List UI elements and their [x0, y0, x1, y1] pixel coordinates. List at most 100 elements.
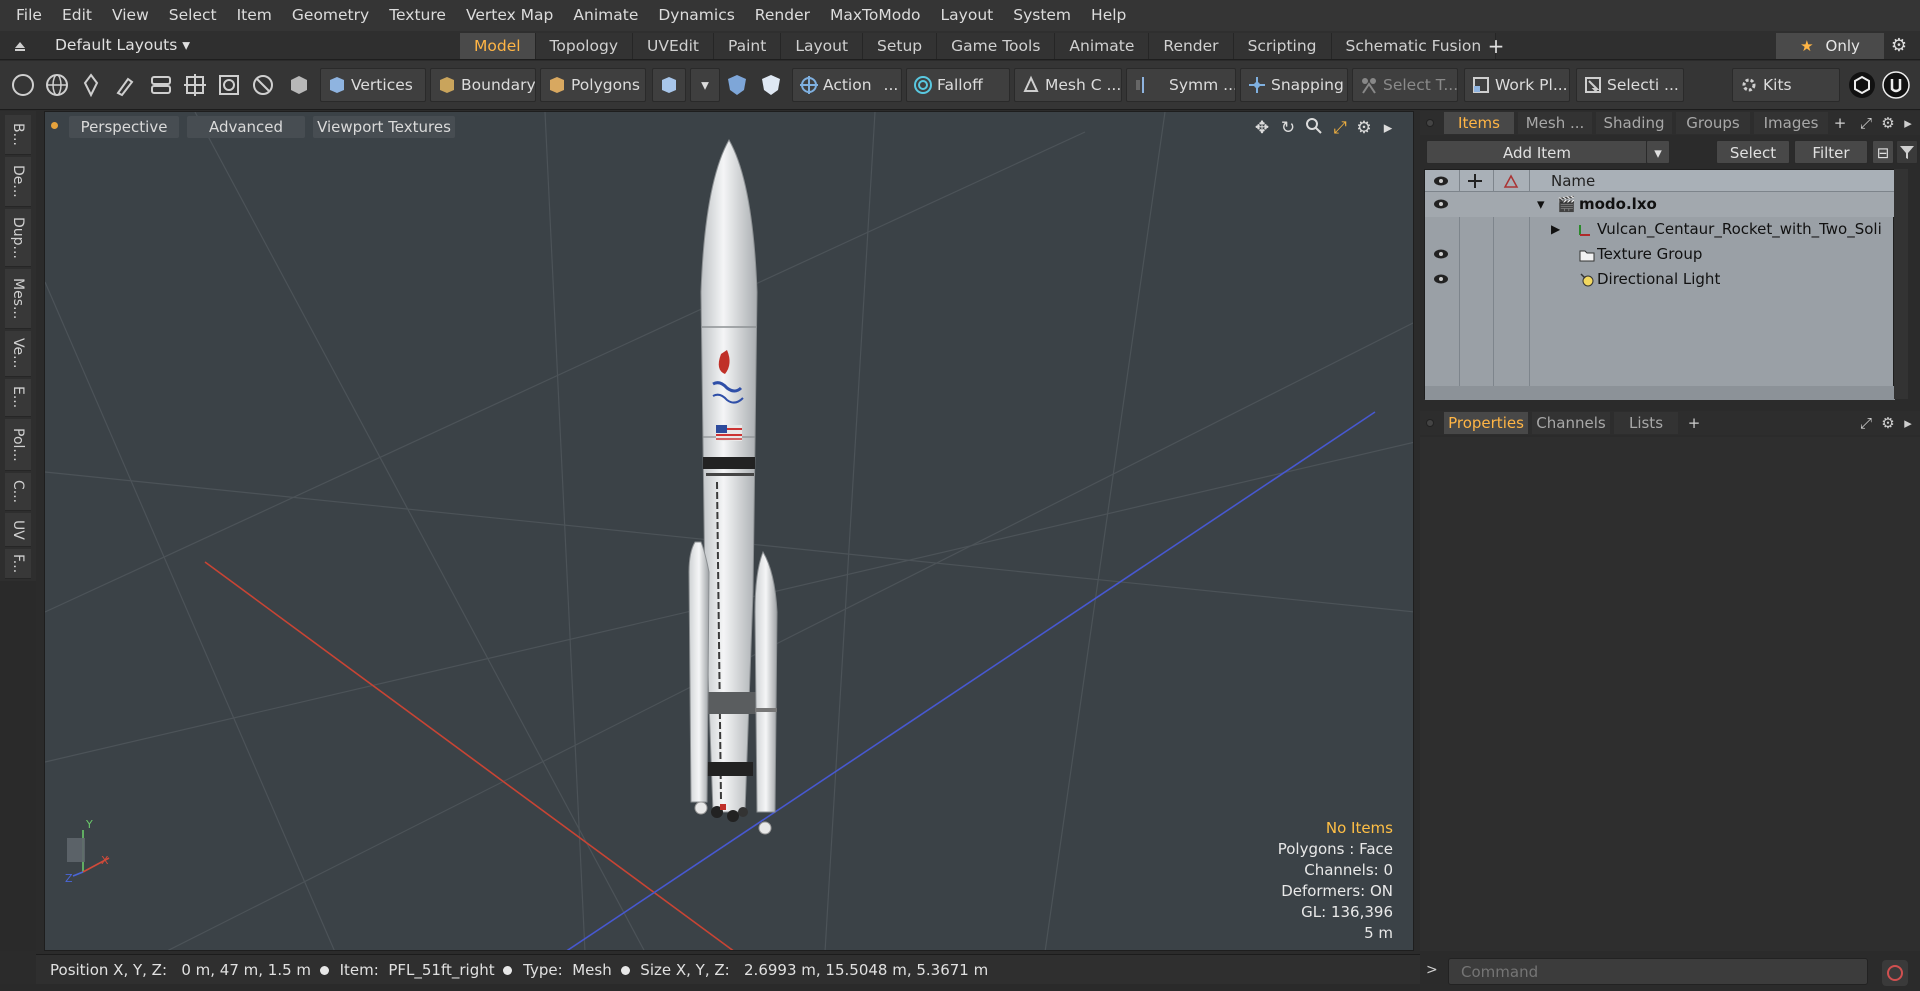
name-column-header[interactable]: Name: [1551, 172, 1595, 190]
zoom-view-icon[interactable]: [1303, 117, 1325, 139]
boundary-button[interactable]: Boundary: [430, 68, 536, 102]
menu-help[interactable]: Help: [1081, 0, 1136, 31]
tab-render[interactable]: Render: [1149, 33, 1234, 59]
select-button[interactable]: Select: [1716, 140, 1790, 164]
list-item[interactable]: Directional Light: [1425, 267, 1895, 292]
tab-groups[interactable]: Groups: [1676, 112, 1750, 134]
list-item[interactable]: Texture Group: [1425, 242, 1895, 267]
viewport-textures-button[interactable]: Viewport Textures: [313, 116, 455, 138]
tab-scripting[interactable]: Scripting: [1233, 33, 1332, 59]
menu-render[interactable]: Render: [745, 0, 820, 31]
expand-arrow-icon[interactable]: ▾: [1537, 192, 1545, 217]
symmetry-button[interactable]: Symm ...: [1126, 68, 1236, 102]
left-tab-curve[interactable]: C...: [5, 473, 31, 511]
work-plane-button[interactable]: Work Pl...: [1464, 68, 1570, 102]
left-tab-edge[interactable]: E...: [5, 379, 31, 417]
snapping-button[interactable]: Snapping: [1240, 68, 1348, 102]
shield-alt-icon[interactable]: [756, 68, 786, 102]
panel-gear-icon[interactable]: ⚙: [1878, 112, 1898, 134]
viewport-more-icon[interactable]: ▸: [1377, 117, 1399, 139]
viewport-menu-dot[interactable]: [51, 122, 58, 129]
tab-model[interactable]: Model: [460, 33, 536, 59]
menu-select[interactable]: Select: [159, 0, 227, 31]
box-select-icon[interactable]: [214, 68, 244, 102]
tab-setup[interactable]: Setup: [863, 33, 938, 59]
menu-file[interactable]: File: [6, 0, 52, 31]
eye-icon[interactable]: [1433, 273, 1449, 285]
list-item[interactable]: ▾ 🎬 modo.lxo: [1425, 192, 1895, 217]
menu-view[interactable]: View: [102, 0, 159, 31]
globe-icon[interactable]: [42, 68, 72, 102]
visibility-column-icon[interactable]: [1433, 175, 1449, 187]
perspective-button[interactable]: Perspective: [69, 116, 179, 138]
action-center-button[interactable]: Action...: [792, 68, 902, 102]
left-tab-vertex[interactable]: Ve...: [5, 331, 31, 377]
move-view-icon[interactable]: ✥: [1251, 117, 1273, 139]
menu-layout[interactable]: Layout: [931, 0, 1004, 31]
menu-system[interactable]: System: [1003, 0, 1081, 31]
menu-texture[interactable]: Texture: [379, 0, 456, 31]
panel-menu-dot[interactable]: [1426, 119, 1434, 127]
tab-uvedit[interactable]: UVEdit: [633, 33, 714, 59]
tab-layout[interactable]: Layout: [781, 33, 864, 59]
menu-item[interactable]: Item: [227, 0, 282, 31]
menu-dynamics[interactable]: Dynamics: [648, 0, 744, 31]
tab-schematic-fusion[interactable]: Schematic Fusion: [1331, 33, 1497, 59]
unreal-icon[interactable]: [1880, 68, 1912, 102]
expand-arrow-icon[interactable]: ▶: [1551, 217, 1560, 242]
filter-button[interactable]: Filter: [1794, 140, 1868, 164]
add-panel-tab-button[interactable]: +: [1684, 412, 1704, 434]
tab-properties[interactable]: Properties: [1444, 412, 1528, 434]
3d-viewport[interactable]: Y X Z Perspective Advanced Viewport Text…: [44, 111, 1414, 951]
menu-maxtomodo[interactable]: MaxToModo: [820, 0, 931, 31]
panel-gear-icon[interactable]: ⚙: [1878, 412, 1898, 434]
advanced-button[interactable]: Advanced: [187, 116, 305, 138]
horizontal-scrollbar[interactable]: [1425, 386, 1895, 400]
tab-paint[interactable]: Paint: [713, 33, 782, 59]
maximize-view-icon[interactable]: ⤢: [1329, 117, 1351, 139]
collapse-icon[interactable]: ⊟: [1872, 140, 1894, 164]
kits-button[interactable]: Kits: [1732, 68, 1840, 102]
menu-animate[interactable]: Animate: [563, 0, 648, 31]
rotate-view-icon[interactable]: ↻: [1277, 117, 1299, 139]
left-tab-duplicate[interactable]: Dup...: [5, 209, 31, 267]
list-item[interactable]: ▶ Vulcan_Centaur_Rocket_with_Two_Soli ..…: [1425, 217, 1895, 242]
left-tab-basic[interactable]: B...: [5, 115, 31, 155]
rocket-model[interactable]: [688, 138, 778, 835]
materials-button[interactable]: [652, 68, 686, 102]
selection-sets-button[interactable]: Selecti ...: [1576, 68, 1684, 102]
add-item-button[interactable]: Add Item: [1426, 140, 1648, 164]
maximize-panel-icon[interactable]: ⤢: [1856, 412, 1876, 434]
lasso-icon[interactable]: [146, 68, 176, 102]
tab-channels[interactable]: Channels: [1532, 412, 1610, 434]
falloff-button[interactable]: Falloff: [906, 68, 1010, 102]
layout-selector[interactable]: Default Layouts ▾: [55, 31, 190, 60]
half-circle-icon[interactable]: [248, 68, 278, 102]
command-history-arrow-icon[interactable]: >: [1426, 962, 1438, 978]
panel-more-icon[interactable]: ▸: [1898, 412, 1918, 434]
tab-topology[interactable]: Topology: [535, 33, 633, 59]
circle-select-icon[interactable]: [8, 68, 38, 102]
tab-animate[interactable]: Animate: [1055, 33, 1150, 59]
funnel-icon[interactable]: [1896, 140, 1918, 164]
left-tab-fusion[interactable]: F...: [5, 549, 31, 579]
polygons-button[interactable]: Polygons: [540, 68, 646, 102]
command-input[interactable]: [1448, 958, 1868, 985]
select-through-button[interactable]: Select T...: [1352, 68, 1458, 102]
tab-items[interactable]: Items: [1444, 112, 1514, 134]
mesh-constraints-button[interactable]: Mesh C ...: [1014, 68, 1122, 102]
collapse-arrow-icon[interactable]: [12, 37, 28, 53]
vertices-button[interactable]: Vertices: [320, 68, 426, 102]
tab-shading[interactable]: Shading: [1596, 112, 1672, 134]
items-list[interactable]: Name ▾ 🎬 modo.lxo ▶ Vulcan_Centaur_Rocke…: [1424, 169, 1895, 400]
add-tab-button[interactable]: +: [1484, 33, 1508, 59]
menu-edit[interactable]: Edit: [52, 0, 102, 31]
grid-select-icon[interactable]: [180, 68, 210, 102]
panel-more-icon[interactable]: ▸: [1898, 112, 1918, 134]
viewport-gear-icon[interactable]: ⚙: [1353, 117, 1375, 139]
brush-icon[interactable]: [110, 68, 140, 102]
menu-geometry[interactable]: Geometry: [282, 0, 379, 31]
maximize-panel-icon[interactable]: ⤢: [1856, 112, 1876, 134]
gear-icon[interactable]: ⚙: [1884, 33, 1914, 59]
left-tab-uv[interactable]: UV: [5, 513, 31, 547]
